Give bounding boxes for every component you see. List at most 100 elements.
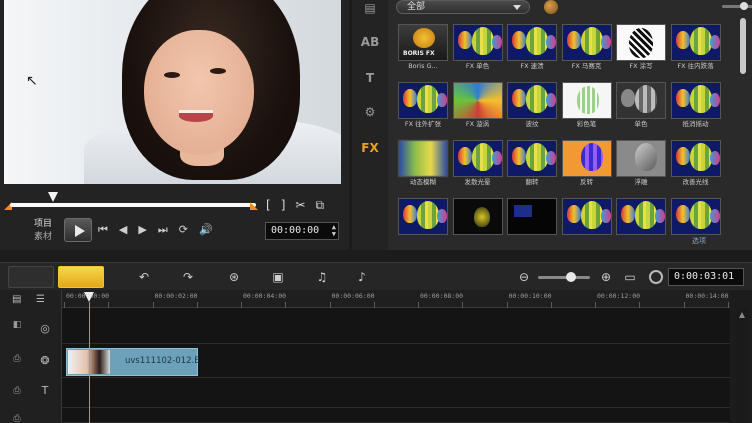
library-options-label[interactable]: 选项 (692, 236, 706, 246)
ruler-tick-label: 00:00:02:00 (154, 292, 198, 300)
timeline-view-button[interactable] (58, 266, 104, 288)
record-capture-icon[interactable]: ⊛ (224, 269, 244, 285)
filter-item[interactable] (452, 198, 503, 246)
lock-icon[interactable]: ⎙ (10, 354, 24, 368)
media-library-icon[interactable]: ▤ (360, 0, 380, 16)
filter-thumbnail (616, 82, 666, 119)
mode-project-label[interactable]: 项目 (34, 218, 52, 231)
split-clip-icon[interactable]: ✂ (295, 198, 305, 213)
filter-thumbnail (561, 82, 612, 119)
filter-item[interactable]: FX 速溃 (507, 24, 557, 72)
timecode-spinner-icon[interactable]: ▲ ▼ (332, 224, 336, 238)
filter-item[interactable]: FX 漩涡 (452, 82, 503, 130)
storyboard-view-button[interactable] (8, 266, 54, 288)
enlarge-preview-icon[interactable]: ⧉ (315, 198, 324, 213)
mark-in-button[interactable]: [ (266, 198, 271, 213)
zoom-out-icon[interactable]: ⊖ (514, 269, 534, 285)
filter-item[interactable]: FX 往内跌落 (670, 24, 721, 72)
title-library-icon[interactable]: T (360, 70, 380, 86)
timeline-clip[interactable]: uvs111102-012.E (66, 348, 200, 376)
filter-thumbnail (670, 198, 721, 235)
go-start-icon[interactable]: ⏮ (98, 223, 108, 237)
filter-item[interactable] (398, 198, 448, 246)
timeline-scrollbar[interactable] (736, 308, 748, 423)
play-button[interactable] (64, 218, 92, 242)
next-frame-icon[interactable]: ▶ (138, 223, 146, 237)
filter-label: FX 马赛克 (571, 62, 602, 70)
filter-thumbnail: BORIS FX (398, 24, 448, 61)
filter-item[interactable]: 浮雕 (616, 140, 666, 188)
filter-label: 改善光线 (682, 178, 709, 186)
filter-thumbnail (452, 140, 503, 177)
filter-item[interactable]: 发散光晕 (452, 140, 503, 188)
get-more-icon[interactable] (544, 0, 558, 14)
volume-icon[interactable]: 🔊 (199, 223, 213, 237)
video-editor-window: ↖ [ ] ✂ ⧉ 项目 素材 ⏮ ◀ ▶ ⏭ ⟳ 🔊 00:00:00 ▲ ▼… (0, 0, 752, 423)
filter-item[interactable] (507, 198, 557, 246)
track-toggle-icon[interactable]: ◧ (10, 320, 24, 334)
filter-item[interactable] (561, 198, 612, 246)
sound-mixer-icon[interactable]: ♫ (312, 269, 332, 285)
video-track[interactable] (62, 308, 730, 344)
prev-frame-icon[interactable]: ◀ (119, 223, 127, 237)
filter-label: 单色 (634, 120, 648, 128)
preview-image-mouth (179, 110, 213, 122)
preview-timecode[interactable]: 00:00:00 ▲ ▼ (265, 222, 339, 240)
redo-icon[interactable]: ↷ (178, 269, 198, 285)
ruler-tick-label: 00:00:06:00 (331, 292, 375, 300)
filter-item[interactable] (616, 198, 666, 246)
filter-item[interactable]: 改善光线 (670, 140, 721, 188)
preview-screen[interactable]: ↖ (4, 0, 341, 184)
filter-thumbnail (398, 198, 448, 235)
filter-item[interactable]: 翻转 (507, 140, 557, 188)
chapter-icon[interactable]: ☰ (36, 294, 45, 305)
scrub-bar: [ ] ✂ ⧉ (4, 186, 341, 214)
library-scrollbar[interactable] (740, 18, 746, 74)
filter-item[interactable]: 彩色笔 (561, 82, 612, 130)
lock-icon[interactable]: ⎙ (10, 386, 24, 400)
mark-out-button[interactable]: ] (281, 198, 286, 213)
trim-buttons: [ ] ✂ ⧉ (266, 198, 324, 213)
track-header-column: ▤ ☰ ◧ ◎ ⎙ ❂ ⎙ T ⎙ (0, 290, 62, 423)
filter-thumbnail (398, 82, 448, 119)
filter-item[interactable]: FX 单色 (452, 24, 503, 72)
lock-icon[interactable]: ⎙ (10, 414, 24, 423)
zoom-slider-thumb[interactable] (566, 272, 576, 282)
filter-library-icon[interactable]: FX (360, 140, 380, 156)
screen-capture-icon[interactable]: ▣ (268, 269, 288, 285)
filter-item[interactable]: 抵消摇动 (670, 82, 721, 130)
category-dropdown[interactable]: 全部 (396, 0, 530, 14)
undo-icon[interactable]: ↶ (134, 269, 154, 285)
filter-item[interactable]: FX 马赛克 (561, 24, 612, 72)
mode-clip-label[interactable]: 素材 (34, 231, 52, 244)
track-manager-icon[interactable]: ▤ (12, 294, 21, 305)
mode-switch[interactable]: 项目 素材 (34, 218, 52, 244)
go-end-icon[interactable]: ⏭ (158, 223, 168, 237)
zoom-slider[interactable] (538, 276, 590, 279)
library-category-bar: ▤ AB T ⚙ FX (352, 0, 388, 250)
filter-item[interactable]: FX 往外扩张 (398, 82, 448, 130)
scrub-thumb[interactable] (48, 192, 58, 202)
title-track[interactable] (62, 378, 730, 408)
graphic-library-icon[interactable]: ⚙ (360, 104, 380, 120)
thumbnail-size-slider[interactable] (722, 2, 752, 10)
scrub-track[interactable] (10, 203, 256, 207)
title-track-icon: T (41, 384, 49, 397)
filter-item[interactable]: BORIS FX Boris G... (398, 24, 448, 72)
auto-music-icon[interactable]: ♪ (352, 269, 372, 285)
chevron-down-icon (513, 5, 521, 10)
repeat-icon[interactable]: ⟳ (179, 223, 188, 237)
filter-label: FX 速溃 (520, 62, 544, 70)
playback-buttons: ⏮ ◀ ▶ ⏭ ⟳ 🔊 (98, 223, 213, 237)
voice-track[interactable] (62, 408, 730, 423)
zoom-in-icon[interactable]: ⊕ (596, 269, 616, 285)
filter-item[interactable]: 波纹 (507, 82, 557, 130)
filter-item[interactable]: FX 涂写 (616, 24, 666, 72)
filter-item[interactable]: 单色 (616, 82, 666, 130)
filter-item[interactable]: 反转 (561, 140, 612, 188)
filter-item[interactable]: 动态模糊 (398, 140, 448, 188)
fit-project-icon[interactable]: ▭ (620, 269, 640, 285)
transition-library-icon[interactable]: AB (360, 34, 380, 50)
timeline-ruler[interactable]: 00:00:00:0000:00:02:0000:00:04:0000:00:0… (62, 290, 730, 308)
filter-thumbnail (507, 24, 557, 61)
